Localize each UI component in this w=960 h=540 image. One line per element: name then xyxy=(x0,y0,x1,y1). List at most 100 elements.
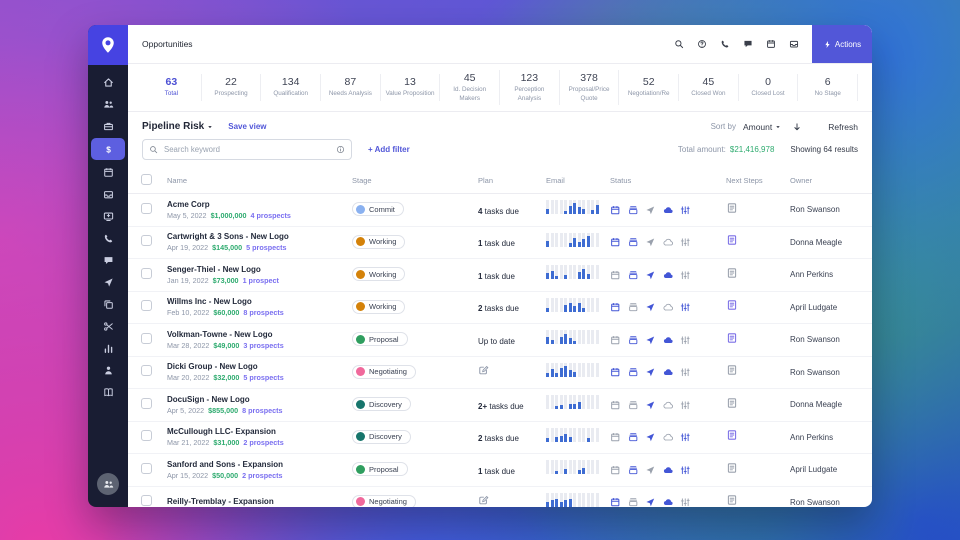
status-send-icon[interactable] xyxy=(645,367,656,378)
stat-value-proposition[interactable]: 13 Value Proposition xyxy=(381,74,441,101)
sidebar-item-chat[interactable] xyxy=(91,250,125,270)
status-tray-icon[interactable] xyxy=(628,237,639,248)
stage-pill[interactable]: Working xyxy=(352,267,406,282)
stat-closed-won[interactable]: 45 Closed Won xyxy=(679,74,739,101)
next-steps-note-icon[interactable] xyxy=(726,494,738,506)
status-tray-icon[interactable] xyxy=(628,367,639,378)
stat-total[interactable]: 63 Total xyxy=(142,74,202,101)
sidebar-item-inbox[interactable] xyxy=(91,184,125,204)
add-filter-button[interactable]: + Add filter xyxy=(368,145,410,154)
sidebar-item-copy[interactable] xyxy=(91,294,125,314)
sidebar-item-book[interactable] xyxy=(91,382,125,402)
status-cloud-icon[interactable] xyxy=(663,367,674,378)
refresh-button[interactable]: Refresh xyxy=(828,122,858,132)
status-pulse-icon[interactable] xyxy=(680,465,691,476)
opportunity-name[interactable]: Senger-Thiel - New Logo xyxy=(167,265,352,275)
sidebar-item-home[interactable] xyxy=(91,72,125,92)
status-pulse-icon[interactable] xyxy=(680,367,691,378)
actions-button[interactable]: Actions xyxy=(812,25,872,63)
row-checkbox[interactable] xyxy=(141,397,152,409)
status-calendar-icon[interactable] xyxy=(610,302,621,313)
opportunity-name[interactable]: Sanford and Sons - Expansion xyxy=(167,460,352,470)
status-tray-icon[interactable] xyxy=(628,205,639,216)
status-send-icon[interactable] xyxy=(645,432,656,443)
row-checkbox[interactable] xyxy=(141,267,152,279)
status-calendar-icon[interactable] xyxy=(610,400,621,411)
prospects-link[interactable]: 2 prospects xyxy=(242,471,282,480)
status-tray-icon[interactable] xyxy=(628,497,639,507)
status-send-icon[interactable] xyxy=(645,497,656,507)
status-cloud-icon[interactable] xyxy=(663,237,674,248)
status-calendar-icon[interactable] xyxy=(610,335,621,346)
stage-pill[interactable]: Negotiating xyxy=(352,494,416,507)
status-tray-icon[interactable] xyxy=(628,465,639,476)
row-checkbox[interactable] xyxy=(141,300,152,312)
status-pulse-icon[interactable] xyxy=(680,432,691,443)
info-icon[interactable] xyxy=(336,145,345,154)
sidebar-item-briefcase[interactable] xyxy=(91,116,125,136)
phone-icon[interactable] xyxy=(720,39,730,49)
sort-direction-icon[interactable] xyxy=(792,122,802,132)
status-calendar-icon[interactable] xyxy=(610,367,621,378)
next-steps-note-icon[interactable] xyxy=(726,234,738,246)
status-calendar-icon[interactable] xyxy=(610,270,621,281)
status-calendar-icon[interactable] xyxy=(610,205,621,216)
sort-field-dropdown[interactable]: Amount xyxy=(743,122,782,132)
view-selector[interactable]: Pipeline Risk xyxy=(142,121,214,132)
stage-pill[interactable]: Commit xyxy=(352,202,404,217)
chat-icon[interactable] xyxy=(743,39,753,49)
prospects-link[interactable]: 5 prospects xyxy=(243,373,283,382)
status-tray-icon[interactable] xyxy=(628,432,639,443)
opportunity-name[interactable]: Cartwright & 3 Sons - New Logo xyxy=(167,232,352,242)
status-cloud-icon[interactable] xyxy=(663,205,674,216)
sidebar-item-chart[interactable] xyxy=(91,338,125,358)
status-cloud-icon[interactable] xyxy=(663,432,674,443)
next-steps-note-icon[interactable] xyxy=(726,202,738,214)
stage-pill[interactable]: Negotiating xyxy=(352,364,416,379)
row-checkbox[interactable] xyxy=(141,235,152,247)
prospects-link[interactable]: 8 prospects xyxy=(242,406,282,415)
sidebar-item-scissors[interactable] xyxy=(91,316,125,336)
status-pulse-icon[interactable] xyxy=(680,302,691,313)
status-tray-icon[interactable] xyxy=(628,400,639,411)
sidebar-item-users[interactable] xyxy=(91,94,125,114)
sidebar-item-screen-plus[interactable] xyxy=(91,206,125,226)
prospects-link[interactable]: 8 prospects xyxy=(243,308,283,317)
opportunity-name[interactable]: Volkman-Towne - New Logo xyxy=(167,330,352,340)
stat-id-decision-makers[interactable]: 45 Id. Decision Makers xyxy=(440,70,501,105)
help-icon[interactable] xyxy=(697,39,707,49)
status-calendar-icon[interactable] xyxy=(610,497,621,507)
status-calendar-icon[interactable] xyxy=(610,432,621,443)
stage-pill[interactable]: Working xyxy=(352,299,406,314)
calendar-icon[interactable] xyxy=(766,39,776,49)
next-steps-note-icon[interactable] xyxy=(726,397,738,409)
opportunity-name[interactable]: Dicki Group - New Logo xyxy=(167,362,352,372)
status-cloud-icon[interactable] xyxy=(663,400,674,411)
status-pulse-icon[interactable] xyxy=(680,237,691,248)
status-cloud-icon[interactable] xyxy=(663,497,674,507)
next-steps-note-icon[interactable] xyxy=(726,299,738,311)
select-all-checkbox[interactable] xyxy=(141,174,152,185)
prospects-link[interactable]: 5 prospects xyxy=(246,243,286,252)
stat-prospecting[interactable]: 22 Prospecting xyxy=(202,74,262,101)
status-pulse-icon[interactable] xyxy=(680,400,691,411)
next-steps-note-icon[interactable] xyxy=(726,364,738,376)
save-view-link[interactable]: Save view xyxy=(228,122,266,131)
prospects-link[interactable]: 4 prospects xyxy=(251,211,291,220)
inbox-icon[interactable] xyxy=(789,39,799,49)
prospects-link[interactable]: 1 prospect xyxy=(243,276,279,285)
status-pulse-icon[interactable] xyxy=(680,270,691,281)
opportunity-name[interactable]: Acme Corp xyxy=(167,200,352,210)
next-steps-note-icon[interactable] xyxy=(726,332,738,344)
sidebar-item-phone[interactable] xyxy=(91,228,125,248)
opportunity-name[interactable]: Willms Inc - New Logo xyxy=(167,297,352,307)
status-calendar-icon[interactable] xyxy=(610,237,621,248)
stat-closed-lost[interactable]: 0 Closed Lost xyxy=(739,74,799,101)
status-send-icon[interactable] xyxy=(645,400,656,411)
stage-pill[interactable]: Working xyxy=(352,234,406,249)
status-send-icon[interactable] xyxy=(645,465,656,476)
plan-memo-icon[interactable] xyxy=(478,495,489,506)
stat-no-stage[interactable]: 6 No Stage xyxy=(798,74,859,101)
stat-proposal-price-quote[interactable]: 378 Proposal/Price Quote xyxy=(560,70,620,105)
app-logo[interactable] xyxy=(88,25,128,65)
